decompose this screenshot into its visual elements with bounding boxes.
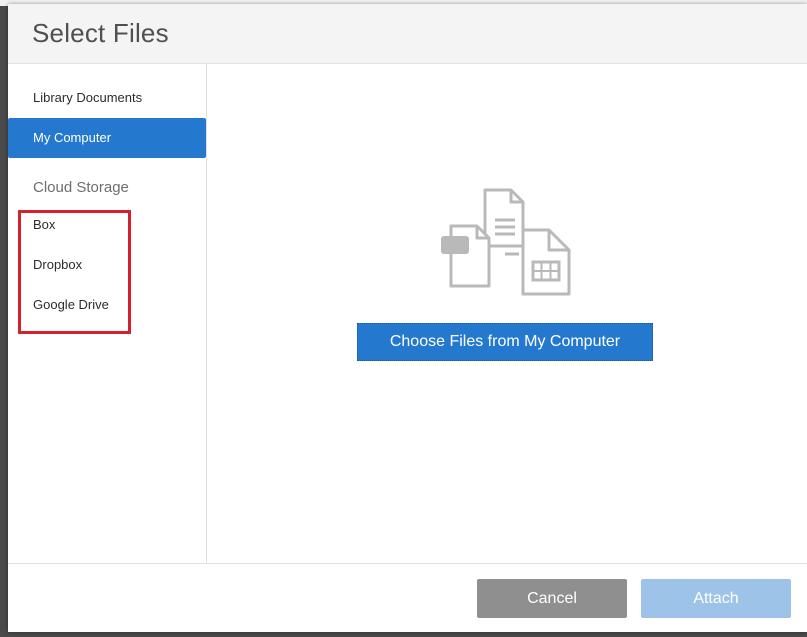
cancel-button[interactable]: Cancel	[477, 579, 627, 618]
attach-button[interactable]: Attach	[641, 579, 791, 618]
dialog-title: Select Files	[32, 18, 169, 48]
select-files-dialog: Select Files Library Documents My Comput…	[8, 4, 807, 632]
sidebar-item-dropbox[interactable]: Dropbox	[8, 245, 206, 285]
source-sidebar: Library Documents My Computer Cloud Stor…	[8, 64, 207, 563]
cloud-storage-heading: Cloud Storage	[33, 179, 129, 196]
sidebar-item-library-documents[interactable]: Library Documents	[8, 78, 206, 118]
choose-files-button[interactable]: Choose Files from My Computer	[357, 323, 653, 361]
sidebar-item-box[interactable]: Box	[8, 205, 206, 245]
dialog-footer: Cancel Attach	[8, 563, 807, 632]
files-illustration-icon	[441, 188, 571, 296]
sidebar-item-google-drive[interactable]: Google Drive	[8, 285, 206, 325]
sidebar-item-my-computer[interactable]: My Computer	[8, 118, 206, 158]
upload-panel: Choose Files from My Computer	[207, 64, 807, 563]
dialog-header: Select Files	[8, 4, 807, 64]
